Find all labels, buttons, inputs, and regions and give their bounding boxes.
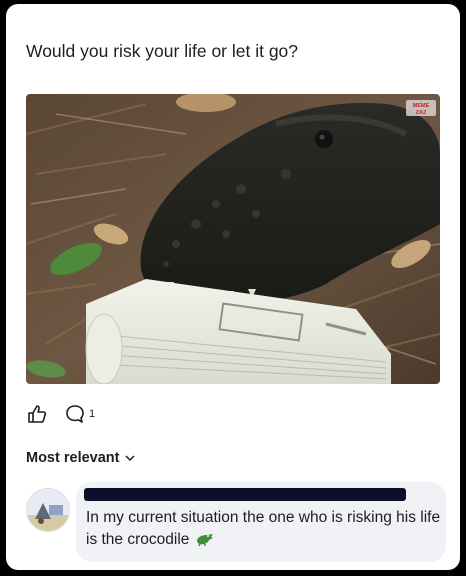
commenter-avatar[interactable]: [26, 488, 70, 532]
watermark-text: MEME: [413, 103, 430, 109]
redacted-author-name: [84, 488, 406, 501]
comment-item: In my current situation the one who is r…: [26, 482, 446, 562]
comment-sort-dropdown[interactable]: Most relevant: [26, 450, 136, 466]
comment-icon: [66, 405, 84, 423]
chevron-down-icon: [125, 455, 136, 462]
post-actions: 1: [26, 402, 95, 426]
post-image[interactable]: MEME ZAZ: [26, 94, 440, 384]
comment-body: In my current situation the one who is r…: [86, 509, 441, 548]
like-button[interactable]: [26, 403, 48, 425]
comment-text: In my current situation the one who is r…: [86, 507, 442, 551]
crocodile-emoji-icon: [196, 534, 213, 547]
post-text: Would you risk your life or let it go?: [26, 41, 299, 61]
crocodile-money-photo: MEME ZAZ: [26, 94, 440, 384]
post-card: Would you risk your life or let it go? M…: [6, 4, 460, 570]
thumbs-up-icon: [28, 405, 47, 423]
avatar-image: [27, 489, 69, 531]
comment-bubble: In my current situation the one who is r…: [76, 482, 446, 562]
sort-label: Most relevant: [26, 450, 120, 466]
comment-count: 1: [89, 408, 96, 420]
watermark-text-2: ZAZ: [416, 110, 427, 116]
comment-button[interactable]: 1: [64, 403, 95, 425]
